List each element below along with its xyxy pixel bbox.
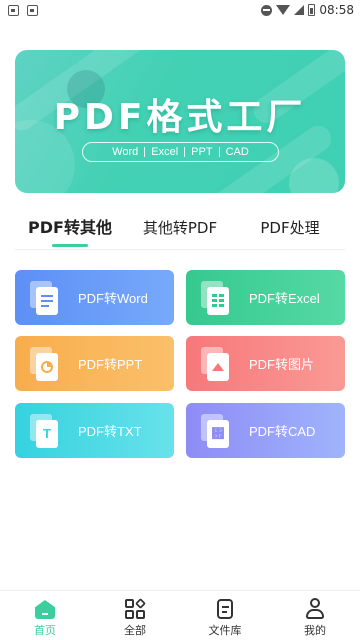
status-time: 08:58	[319, 3, 354, 17]
card-label: PDF转图片	[249, 357, 315, 372]
excel-sheet-icon	[201, 280, 235, 315]
tab-pdf-to-other[interactable]: PDF转其他	[15, 210, 125, 250]
file-library-icon	[214, 598, 236, 620]
nav-all[interactable]: 全部	[90, 591, 180, 640]
category-tabs: PDF转其他 其他转PDF PDF处理	[15, 210, 345, 250]
banner-format-tags: Word Excel PPT CAD	[82, 142, 279, 162]
card-label: PDF转Word	[78, 291, 148, 306]
card-label: PDF转CAD	[249, 424, 316, 439]
word-doc-icon	[30, 280, 64, 315]
tab-pdf-processing[interactable]: PDF处理	[235, 210, 345, 250]
nav-home[interactable]: 首页	[0, 591, 90, 640]
status-left	[8, 4, 38, 16]
banner-tag: CAD	[225, 146, 249, 158]
pdf-to-ppt-button[interactable]: PDF转PPT	[15, 336, 174, 391]
pdf-to-excel-button[interactable]: PDF转Excel	[186, 270, 345, 325]
nav-label: 首页	[34, 624, 56, 637]
banner-tag: Excel	[151, 146, 179, 158]
battery-icon	[308, 4, 316, 16]
image-icon	[201, 346, 235, 381]
nav-label: 全部	[124, 624, 146, 637]
wifi-icon	[276, 5, 291, 15]
promo-banner[interactable]: PDF格式工厂 Word Excel PPT CAD	[15, 50, 345, 193]
pdf-to-txt-button[interactable]: T PDF转TXT	[15, 403, 174, 458]
banner-decoration	[289, 158, 339, 193]
nav-label: 文件库	[208, 624, 242, 637]
notification-app-icon	[27, 4, 38, 16]
nav-label: 我的	[304, 624, 326, 637]
card-label: PDF转TXT	[78, 424, 142, 439]
pdf-to-cad-button[interactable]: ᎟ PDF转CAD	[186, 403, 345, 458]
signal-icon	[294, 5, 305, 15]
bottom-navigation: 首页 全部 文件库 我的	[0, 590, 360, 640]
txt-icon: T	[30, 413, 64, 448]
apps-icon	[124, 598, 146, 620]
nav-file-library[interactable]: 文件库	[180, 591, 270, 640]
pdf-to-word-button[interactable]: PDF转Word	[15, 270, 174, 325]
home-icon	[34, 598, 56, 620]
card-label: PDF转PPT	[78, 357, 143, 372]
status-bar: 08:58	[0, 0, 360, 20]
nav-profile[interactable]: 我的	[270, 591, 360, 640]
pdf-to-image-button[interactable]: PDF转图片	[186, 336, 345, 391]
banner-tag: PPT	[191, 146, 213, 158]
profile-icon	[304, 598, 326, 620]
tab-other-to-pdf[interactable]: 其他转PDF	[125, 210, 235, 250]
ppt-chart-icon	[30, 346, 64, 381]
banner-tag: Word	[112, 146, 139, 158]
cad-icon: ᎟	[201, 413, 235, 448]
do-not-disturb-icon	[261, 4, 273, 16]
status-right: 08:58	[261, 3, 354, 17]
card-label: PDF转Excel	[249, 291, 320, 306]
banner-title: PDF格式工厂	[53, 97, 307, 138]
notification-image-icon	[8, 4, 19, 16]
